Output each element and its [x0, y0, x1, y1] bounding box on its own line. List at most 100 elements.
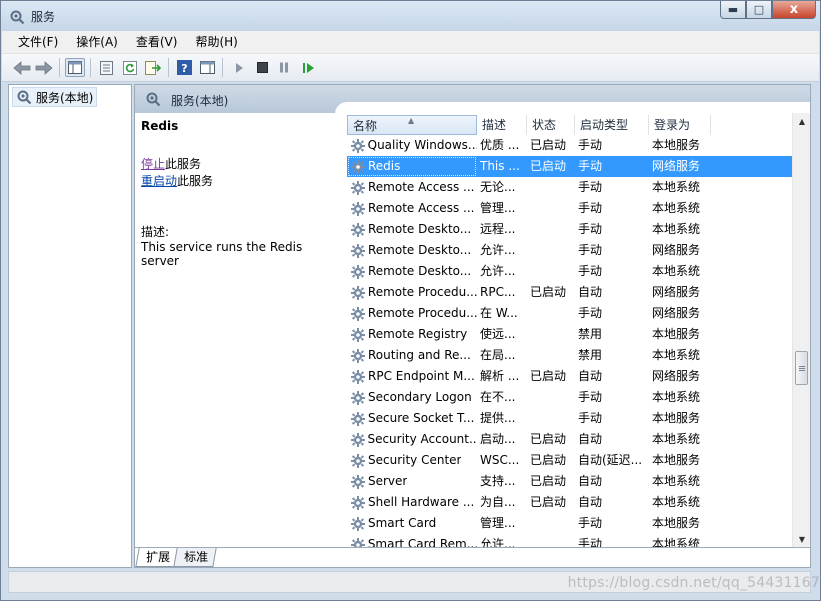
table-row[interactable]: Server 支持... 已启动 自动 本地系统	[347, 471, 792, 492]
tab-extended[interactable]: 扩展	[135, 548, 179, 567]
service-name: Remote Deskto...	[368, 243, 472, 257]
table-row[interactable]: RPC Endpoint M... 解析 ... 已启动 自动 网络服务	[347, 366, 792, 387]
close-button[interactable]: x	[772, 1, 816, 19]
minimize-button[interactable]: ▬	[720, 1, 746, 19]
back-arrow-icon[interactable]	[12, 58, 32, 77]
table-row[interactable]: Secondary Logon 在不... 手动 本地系统	[347, 387, 792, 408]
table-row[interactable]: Remote Procedu... RPC... 已启动 自动 网络服务	[347, 282, 792, 303]
cell-startup-type: 手动	[578, 390, 603, 404]
menu-view[interactable]: 查看(V)	[128, 31, 186, 53]
scrollbar-thumb[interactable]	[795, 351, 808, 385]
cell-status	[527, 513, 575, 534]
cell-status	[527, 261, 575, 282]
cell-log-on-as: 本地服务	[652, 453, 701, 467]
service-name: Remote Procedu...	[367, 285, 477, 299]
cell-name: Shell Hardware ...	[347, 492, 477, 513]
column-header-startup-type[interactable]: 启动类型	[575, 115, 649, 135]
service-gear-icon	[350, 285, 368, 301]
cell-description: 优质 ...	[480, 138, 520, 152]
export-list-icon[interactable]	[143, 58, 163, 77]
scroll-down-icon[interactable]: ▼	[793, 531, 810, 547]
grip-line	[799, 366, 805, 367]
title-bar[interactable]: 服务 ▬ □ x	[1, 1, 820, 31]
cell-name: RPC Endpoint M...	[347, 366, 477, 387]
pane-header: 服务(本地)	[135, 85, 810, 114]
details-pane: 服务(本地) Redis 停止此服务 重启动此服务 描述: This servi…	[134, 84, 811, 568]
cell-name: Secondary Logon	[347, 387, 477, 408]
start-service-icon[interactable]	[229, 58, 249, 77]
vertical-scrollbar[interactable]: ▲ ▼	[792, 113, 810, 547]
maximize-button[interactable]: □	[746, 1, 772, 19]
menu-help[interactable]: 帮助(H)	[187, 31, 245, 53]
table-row[interactable]: Smart Card Rem... 允许... 手动 本地系统	[347, 534, 792, 547]
column-header-log-on-as[interactable]: 登录为	[649, 115, 711, 135]
table-row[interactable]: Remote Registry 使远... 禁用 本地服务	[347, 324, 792, 345]
cell-description: RPC...	[480, 285, 516, 299]
pause-service-icon[interactable]	[274, 58, 294, 77]
cell-log-on-as: 本地系统	[652, 348, 701, 362]
cell-status: 已启动	[527, 156, 575, 177]
cell-log-on-as: 本地系统	[652, 495, 701, 509]
forward-arrow-icon[interactable]	[34, 58, 54, 77]
table-row[interactable]: Remote Access ... 无论... 手动 本地系统	[347, 177, 792, 198]
cell-startup-type: 禁用	[578, 327, 603, 341]
stop-service-link[interactable]: 停止	[141, 157, 165, 171]
cell-startup-type: 手动	[575, 156, 649, 177]
cell-description: 使远...	[480, 327, 516, 341]
header-curve	[335, 102, 810, 114]
column-header-description[interactable]: 描述	[477, 115, 527, 135]
cell-description: 支持...	[480, 474, 516, 488]
tree-node-services-local[interactable]: 服务(本地)	[12, 87, 98, 107]
grip-line	[799, 368, 805, 369]
table-row[interactable]: Quality Windows... 优质 ... 已启动 手动 本地服务	[347, 135, 792, 156]
cell-description: 提供...	[480, 411, 516, 425]
service-gear-icon	[350, 222, 368, 238]
tab-standard[interactable]: 标准	[173, 548, 217, 567]
table-row[interactable]: Shell Hardware ... 为自... 已启动 自动 本地系统	[347, 492, 792, 513]
table-row[interactable]: Remote Access ... 管理... 手动 本地系统	[347, 198, 792, 219]
table-row[interactable]: Security Account... 启动... 已启动 自动 本地系统	[347, 429, 792, 450]
cell-name: Remote Access ...	[347, 177, 477, 198]
cell-description: 在 W...	[480, 306, 518, 320]
table-row[interactable]: Remote Deskto... 允许... 手动 网络服务	[347, 240, 792, 261]
list-header: ▲ 名称 描述 状态 启动类型 登录为	[347, 115, 792, 135]
action-pane-icon[interactable]	[197, 58, 217, 77]
service-name: Shell Hardware ...	[368, 495, 475, 509]
menu-file[interactable]: 文件(F)	[10, 31, 66, 53]
restart-service-link[interactable]: 重启动	[141, 174, 177, 188]
service-gear-icon	[350, 495, 368, 511]
cell-name: Smart Card Rem...	[347, 534, 477, 547]
menu-bar: 文件(F) 操作(A) 查看(V) 帮助(H)	[2, 31, 819, 54]
table-row[interactable]: Remote Procedu... 在 W... 手动 网络服务	[347, 303, 792, 324]
service-gear-icon	[350, 432, 367, 448]
cell-name: Smart Card	[347, 513, 477, 534]
table-row[interactable]: Routing and Re... 在局... 禁用 本地系统	[347, 345, 792, 366]
help-icon[interactable]: ?	[174, 58, 194, 77]
cell-description: 允许...	[480, 264, 516, 278]
properties-icon[interactable]	[96, 58, 116, 77]
table-row[interactable]: Smart Card 管理... 手动 本地服务	[347, 513, 792, 534]
cell-startup-type: 手动	[578, 201, 603, 215]
cell-log-on-as: 网络服务	[649, 156, 711, 177]
table-row[interactable]: Secure Socket T... 提供... 手动 本地服务	[347, 408, 792, 429]
table-row[interactable]: Remote Deskto... 允许... 手动 本地系统	[347, 261, 792, 282]
service-name: Secondary Logon	[368, 390, 472, 404]
scroll-up-icon[interactable]: ▲	[793, 113, 810, 129]
stop-service-icon[interactable]	[252, 58, 272, 77]
table-row[interactable]: Remote Deskto... 远程... 手动 本地系统	[347, 219, 792, 240]
service-name: Remote Access ...	[368, 201, 475, 215]
cell-status	[527, 345, 575, 366]
cell-description: 管理...	[480, 201, 516, 215]
table-row-selected[interactable]: Redis This ... 已启动 手动 网络服务	[347, 156, 792, 177]
cell-name: Remote Registry	[347, 324, 477, 345]
tree-node-label: 服务(本地)	[36, 90, 94, 105]
cell-startup-type: 手动	[578, 180, 603, 194]
restart-service-icon[interactable]	[298, 58, 318, 77]
column-header-name[interactable]: ▲ 名称	[347, 115, 477, 135]
refresh-icon[interactable]	[120, 58, 140, 77]
menu-action[interactable]: 操作(A)	[68, 31, 126, 53]
table-row[interactable]: Security Center WSC... 已启动 自动(延迟... 本地服务	[347, 450, 792, 471]
service-gear-icon	[350, 369, 368, 385]
console-tree-icon[interactable]	[65, 58, 85, 77]
column-header-status[interactable]: 状态	[527, 115, 575, 135]
